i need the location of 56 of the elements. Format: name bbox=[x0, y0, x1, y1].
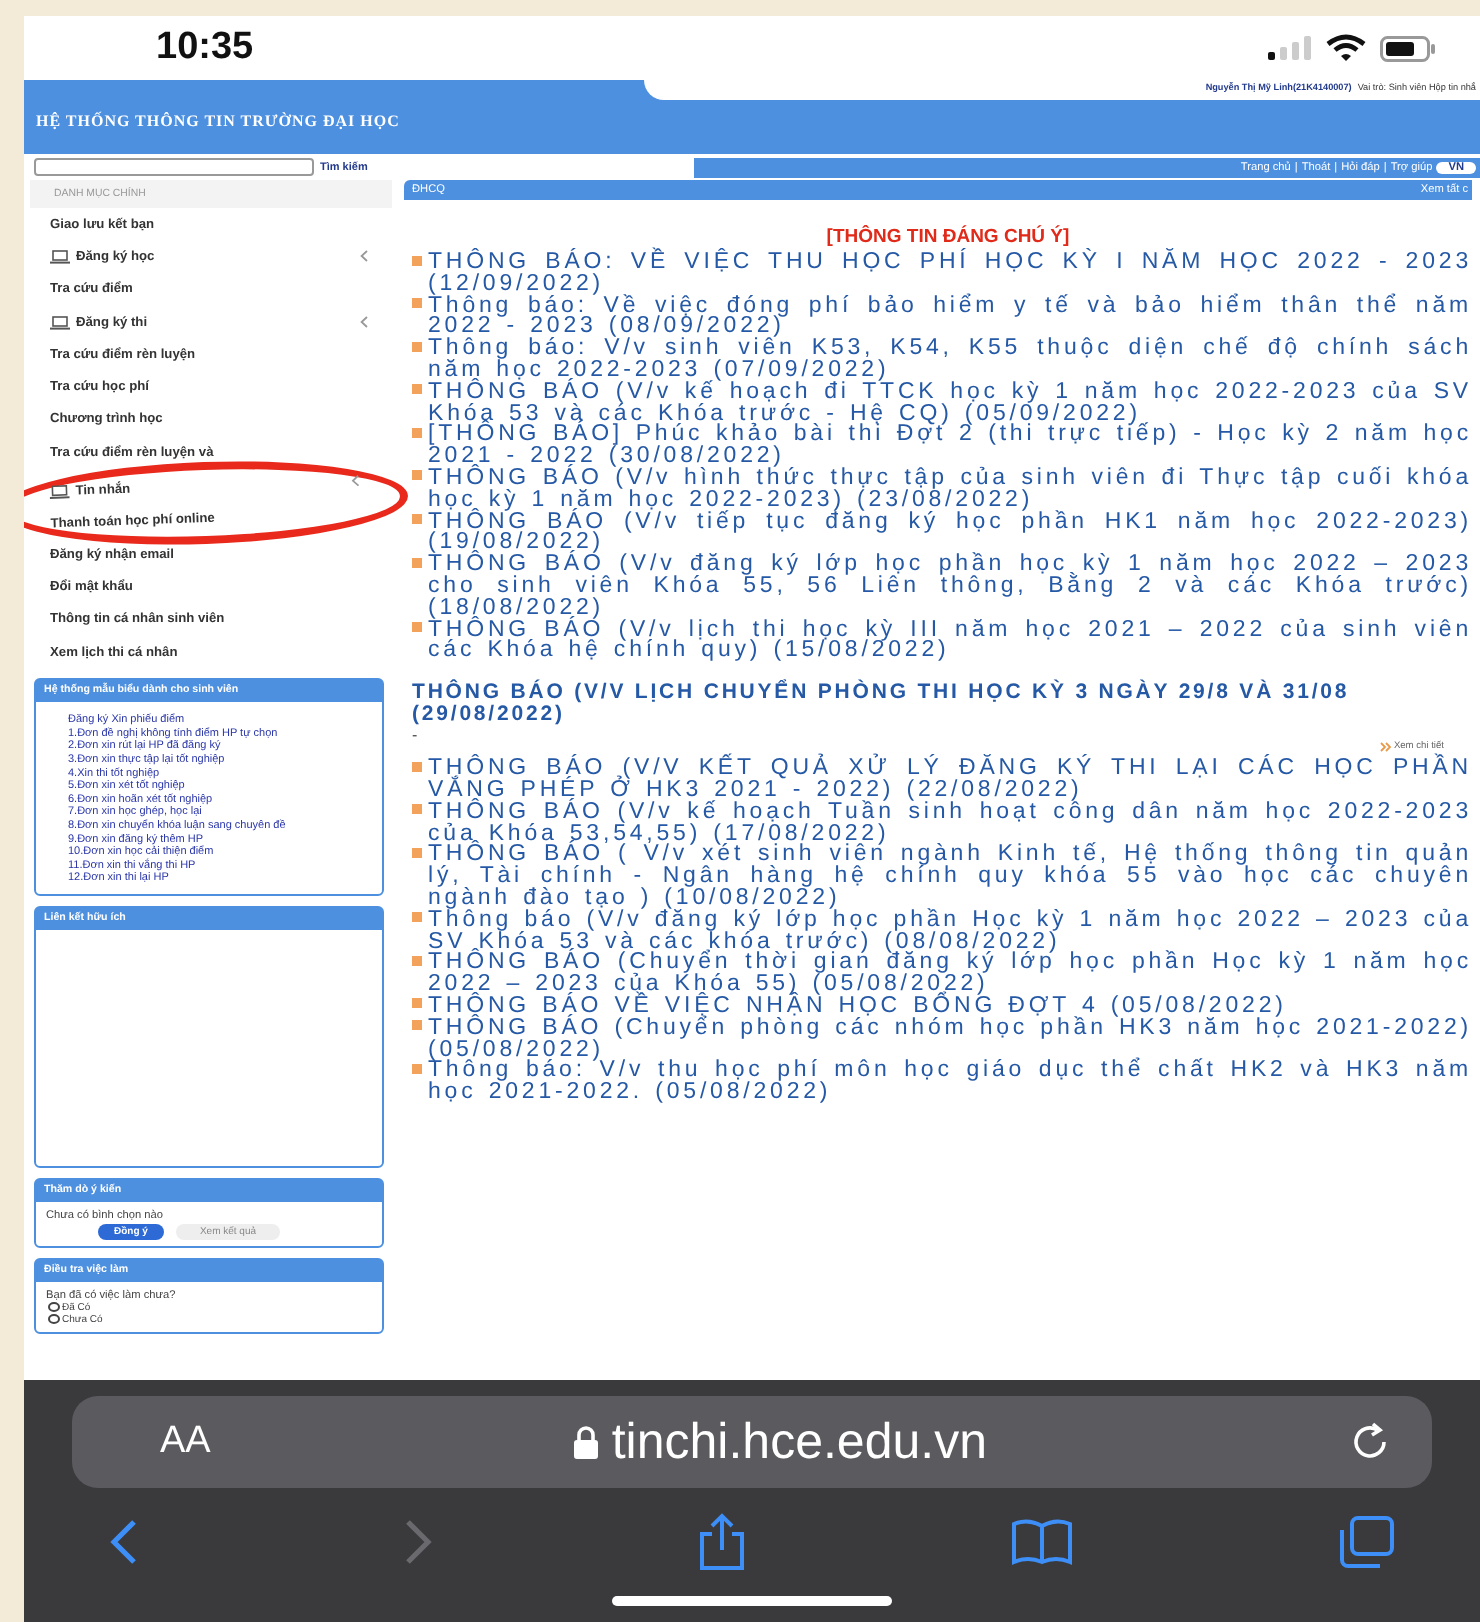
notice-link[interactable]: Thông báo: V/v sinh viên K53, K54, K55 thuộc diện chế độ chính sách năm học 2022-2023 (07/09/2022) bbox=[428, 338, 1472, 382]
radio-button[interactable] bbox=[48, 1314, 60, 1325]
news-link[interactable]: THÔNG BÁO ( V/v xét sinh viên ngành Kinh tế, Hệ thống thông tin quản lý, Tài chính - Ngân hàng hệ chính quy khóa 55 vào học các chuyên ngành đào tạo ) (10/08/2022) bbox=[428, 844, 1472, 910]
notice-link[interactable]: THÔNG BÁO: VỀ VIỆC THU HỌC PHÍ HỌC KỲ I NĂM HỌC 2022 - 2023 (12/09/2022) bbox=[428, 252, 1472, 296]
back-icon[interactable] bbox=[108, 1518, 140, 1566]
double-chevron-icon bbox=[1379, 742, 1392, 753]
address-bar[interactable]: AA tinchi.hce.edu.vn bbox=[72, 1396, 1432, 1488]
bullet-icon bbox=[412, 912, 422, 923]
bullet-icon bbox=[412, 1063, 422, 1074]
bullet-icon bbox=[412, 514, 422, 525]
notice-link[interactable]: THÔNG BÁO (V/v đăng ký lớp học phần học kỳ 1 năm học 2022 – 2023 cho sinh viên Khóa 55, 56 Liên thông, Bằng 2 và các Khóa trước) (18/08/2022) bbox=[428, 554, 1472, 620]
chevron-left-icon bbox=[360, 316, 368, 329]
chevron-left-icon bbox=[351, 475, 360, 488]
news-link[interactable]: THÔNG BÁO (V/V KẾT QUẢ XỬ LÝ ĐĂNG KÝ THI LẠI CÁC HỌC PHẦN VẮNG PHÉP Ở HK3 2021 - 2022) (22/08/2022) bbox=[428, 758, 1472, 802]
bullet-icon bbox=[412, 557, 422, 568]
notice-link[interactable]: [THÔNG BÁO] Phúc khảo bài thi Đợt 2 (thi trực tiếp) - Học kỳ 2 năm học 2021 - 2022 (30/08/2022) bbox=[428, 424, 1472, 468]
bullet-icon bbox=[412, 761, 422, 772]
bullet-icon bbox=[412, 804, 422, 815]
bullet-icon bbox=[412, 298, 422, 309]
notice-link[interactable]: THÔNG BÁO (V/v tiếp tục đăng ký học phần HK1 năm học 2022-2023) (19/08/2022) bbox=[428, 511, 1472, 555]
signal-icon bbox=[1268, 36, 1312, 60]
notice-link[interactable]: THÔNG BÁO (V/v lịch thi học kỳ III năm học 2021 – 2022 của sinh viên các Khóa hệ chính quy) (15/08/2022) bbox=[428, 619, 1472, 663]
notice-link[interactable]: Thông báo: Về việc đóng phí bảo hiểm y tế và bảo hiểm thân thể năm 2022 - 2023 (08/09/2022) bbox=[428, 295, 1472, 339]
bullet-icon bbox=[412, 384, 422, 395]
featured-excerpt: - bbox=[412, 730, 420, 743]
wifi-icon bbox=[1326, 34, 1366, 62]
laptop-icon bbox=[49, 484, 70, 500]
battery-icon bbox=[1380, 35, 1436, 61]
book-icon[interactable] bbox=[1010, 1518, 1074, 1566]
bullet-icon bbox=[412, 470, 422, 481]
reload-icon[interactable] bbox=[1348, 1420, 1392, 1464]
url-text: tinchi.hce.edu.vn bbox=[611, 1413, 987, 1471]
bullet-icon bbox=[412, 955, 422, 966]
featured-title-link[interactable]: THÔNG BÁO (V/V LỊCH CHUYỂN PHÒNG THI HỌC KỲ 3 NGÀY 29/8 VÀ 31/08 (29/08/2022) bbox=[412, 682, 1472, 727]
laptop-icon bbox=[50, 315, 70, 330]
bullet-icon bbox=[412, 998, 422, 1009]
radio-button[interactable] bbox=[48, 1302, 60, 1313]
news-link[interactable]: THÔNG BÁO VỀ VIỆC NHẬN HỌC BỔNG ĐỢT 4 (05/08/2022) bbox=[428, 995, 1287, 1018]
text-size-button[interactable]: AA bbox=[160, 1420, 211, 1464]
laptop-icon bbox=[50, 249, 70, 264]
notice-link[interactable]: THÔNG BÁO (V/v hình thức thực tập của sinh viên đi Thực tập cuối khóa học kỳ 1 năm học 2022-2023) (23/08/2022) bbox=[428, 467, 1472, 512]
bullet-icon bbox=[412, 622, 422, 633]
status-time: 10:35 bbox=[156, 26, 254, 70]
notice-heading: [THÔNG TIN ĐÁNG CHÚ Ý] bbox=[824, 226, 1072, 248]
chevron-left-icon bbox=[360, 250, 368, 263]
share-icon[interactable] bbox=[696, 1512, 748, 1572]
bullet-icon bbox=[412, 847, 422, 858]
tabs-icon[interactable] bbox=[1336, 1514, 1396, 1570]
search-field[interactable] bbox=[34, 158, 314, 176]
bullet-icon bbox=[412, 427, 422, 438]
bullet-icon bbox=[412, 255, 422, 265]
bullet-icon bbox=[412, 341, 422, 352]
lock-icon bbox=[571, 1424, 600, 1460]
site-title: HỆ THỐNG THÔNG TIN TRƯỜNG ĐẠI HỌC bbox=[34, 109, 402, 134]
news-link[interactable]: Thông báo: V/v thu học phí môn học giáo dục thể chất HK2 và HK3 năm học 2021-2022. (05/08/2022) bbox=[428, 1060, 1472, 1104]
bullet-icon bbox=[412, 1020, 422, 1031]
